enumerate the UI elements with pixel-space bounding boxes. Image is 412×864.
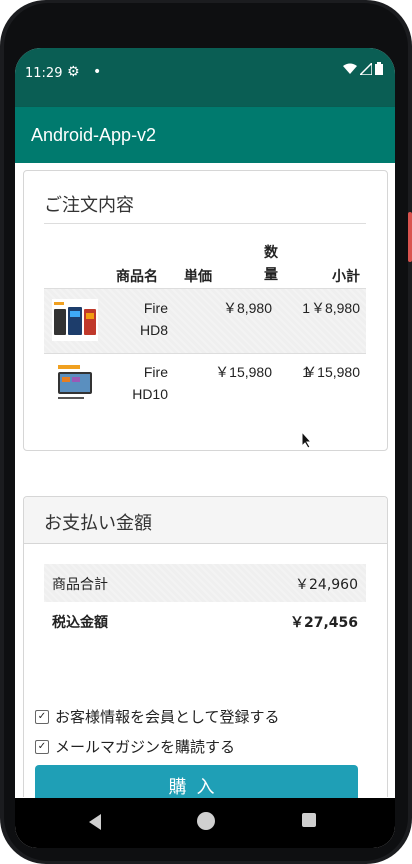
payment-title: お支払い金額 [44,513,152,534]
signal-icon [360,62,372,75]
newsletter-checkbox[interactable]: ✓ メールマガジンを購読する [35,736,235,757]
app-bar: Android-App-v2 [15,107,395,163]
order-divider [44,223,366,224]
order-card: ご注文内容 商品名 単価 数量 小計 Fire HD8 ￥8,980 1 ￥8,… [23,170,388,451]
dot-icon: • [93,64,102,80]
row-name: Fire HD10 [132,364,168,402]
header-price: 単価 [184,269,212,285]
main-content[interactable]: ご注文内容 商品名 単価 数量 小計 Fire HD8 ￥8,980 1 ￥8,… [15,163,395,811]
gear-icon: ⚙ [67,64,80,80]
table-row[interactable]: Fire HD8 ￥8,980 1 ￥8,980 [44,288,366,354]
items-total-row: 商品合計 ￥24,960 [44,564,366,602]
recent-apps-icon[interactable] [302,813,316,827]
phone-frame: 11:29 ⚙ • Android-App-v2 ご注文内容 商品名 単価 数量 [0,0,412,864]
tax-total-label: 税込金額 [52,615,108,631]
header-name: 商品名 [116,269,158,285]
table-row[interactable]: Fire HD10 ￥15,980 1 ￥15,980 [44,353,366,417]
screen: 11:29 ⚙ • Android-App-v2 ご注文内容 商品名 単価 数量 [15,48,395,848]
header-subtotal: 小計 [332,269,360,285]
battery-icon [375,62,383,75]
tax-total-value: ￥27,456 [289,615,358,631]
status-bar: 11:29 ⚙ • [15,48,395,107]
order-table-header: 商品名 単価 数量 小計 [44,236,366,288]
app-title: Android-App-v2 [31,125,157,145]
fire-hd10-thumbnail [52,363,98,403]
back-icon[interactable] [89,814,101,830]
row-name: Fire HD8 [139,300,168,338]
items-total-value: ￥24,960 [295,577,358,593]
order-title: ご注文内容 [44,195,134,216]
register-member-label: お客様情報を会員として登録する [55,708,280,726]
system-nav-bar [15,798,395,848]
wifi-icon [343,63,357,74]
row-price: ￥15,980 [215,364,272,380]
status-time: 11:29 [25,66,63,81]
newsletter-label: メールマガジンを購読する [55,738,236,756]
row-subtotal: ￥15,980 [303,364,360,380]
checkbox-checked-icon[interactable]: ✓ [35,709,49,724]
row-subtotal: ￥8,980 [310,300,360,316]
header-qty: 数量 [264,245,278,283]
home-icon[interactable] [197,812,215,830]
fire-hd8-thumbnail [52,299,98,341]
mouse-cursor-icon [301,431,313,449]
status-icons [343,62,383,75]
items-total-label: 商品合計 [52,577,108,593]
row-qty: 1 [302,300,310,316]
power-button [408,212,412,262]
row-price: ￥8,980 [222,300,272,316]
tax-total-row: 税込金額 ￥27,456 [44,602,366,640]
register-member-checkbox[interactable]: ✓ お客様情報を会員として登録する [35,706,280,727]
checkbox-checked-icon[interactable]: ✓ [35,739,49,754]
